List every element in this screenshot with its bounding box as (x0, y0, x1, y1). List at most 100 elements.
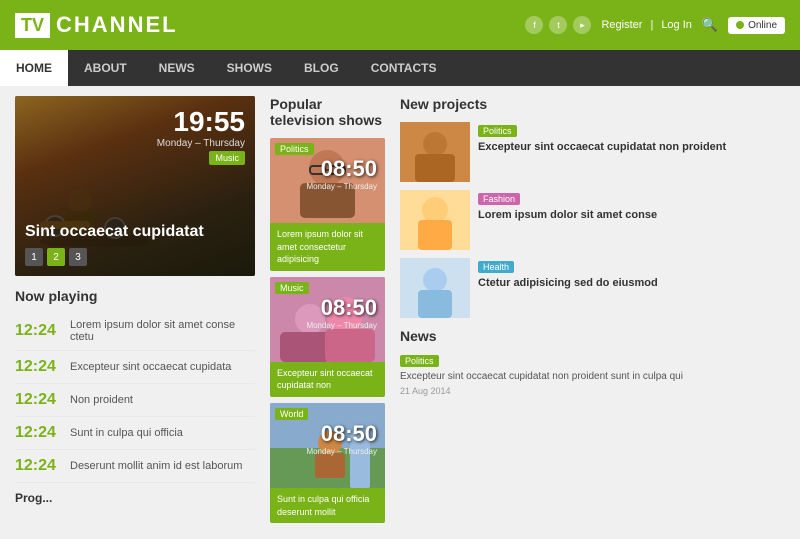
card-time-politics: 08:50 Monday – Thursday (306, 156, 377, 191)
twitter-icon[interactable]: t (549, 16, 567, 34)
left-column: 19:55 Monday – Thursday Music Sint occae… (15, 96, 255, 529)
tv-card-img-politics: Politics 08:50 Monday – Thursday (270, 138, 385, 223)
np-text: Sunt in culpa qui officia (70, 427, 183, 439)
logo-tv: TV (15, 13, 50, 38)
online-label: Online (748, 20, 777, 31)
main-content: 19:55 Monday – Thursday Music Sint occae… (0, 86, 800, 539)
facebook-icon[interactable]: f (525, 16, 543, 34)
more-label: Prog... (15, 491, 255, 505)
rss-icon[interactable]: ▸ (573, 16, 591, 34)
nav: HOME ABOUT NEWS SHOWS BLOG CONTACTS (0, 50, 800, 86)
proj-img-health (400, 258, 470, 318)
logo: TV CHANNEL (15, 12, 178, 38)
right-column: New projects Politics Excepteur sint occ… (400, 96, 785, 529)
news-date: 21 Aug 2014 (400, 386, 683, 396)
list-item: 12:24 Deserunt mollit anim id est laboru… (15, 450, 255, 483)
project-card-politics: Politics Excepteur sint occaecat cupidat… (400, 122, 785, 182)
card-time-sub: Monday – Thursday (306, 321, 377, 330)
tv-card-img-world: World 08:50 Monday – Thursday (270, 403, 385, 488)
tv-card-politics: Politics 08:50 Monday – Thursday Lorem i… (270, 138, 385, 271)
popular-tv-title: Popular television shows (270, 96, 385, 128)
np-text: Non proident (70, 394, 133, 406)
news-title: News (400, 328, 785, 344)
news-info: Politics Excepteur sint occaecat cupidat… (400, 352, 683, 396)
project-card-fashion: Fashion Lorem ipsum dolor sit amet conse (400, 190, 785, 250)
card-time-big: 08:50 (306, 421, 377, 447)
new-projects-title: New projects (400, 96, 785, 112)
card-category-world: World (275, 408, 308, 420)
news-section: News Politics Excepteur sint occaecat cu… (400, 328, 785, 396)
card-time-sub: Monday – Thursday (306, 447, 377, 456)
proj-cat-health: Health (478, 261, 514, 273)
nav-shows[interactable]: SHOWS (211, 50, 288, 86)
card-time-world: 08:50 Monday – Thursday (306, 421, 377, 456)
project-card-health: Health Ctetur adipisicing sed do eiusmod (400, 258, 785, 318)
np-text: Deserunt mollit anim id est laborum (70, 460, 242, 472)
np-time: 12:24 (15, 424, 60, 442)
proj-info-fashion: Fashion Lorem ipsum dolor sit amet conse (478, 190, 785, 250)
tv-card-desc-music: Excepteur sint occaecat cupidatat non (277, 367, 378, 392)
tv-card-desc-politics: Lorem ipsum dolor sit amet consectetur a… (277, 228, 378, 266)
np-text: Lorem ipsum dolor sit amet conse ctetu (70, 319, 255, 343)
search-icon[interactable]: 🔍 (702, 17, 718, 33)
proj-info-health: Health Ctetur adipisicing sed do eiusmod (478, 258, 785, 318)
hero-time-display: 19:55 (157, 106, 245, 138)
hero-dot-3[interactable]: 3 (69, 248, 87, 266)
proj-cat-politics: Politics (478, 125, 517, 137)
now-playing-title: Now playing (15, 288, 255, 304)
list-item: 12:24 Excepteur sint occaecat cupidata (15, 351, 255, 384)
tv-card-body-music: Excepteur sint occaecat cupidatat non (270, 362, 385, 397)
list-item: 12:24 Non proident (15, 384, 255, 417)
popular-tv-column: Popular television shows Politics 08:50 … (270, 96, 385, 529)
np-time: 12:24 (15, 391, 60, 409)
news-category: Politics (400, 355, 439, 367)
login-link[interactable]: Log In (661, 19, 692, 31)
header-links: Register | Log In (601, 19, 691, 31)
social-icons: f t ▸ (525, 16, 591, 34)
proj-title-fashion: Lorem ipsum dolor sit amet conse (478, 208, 785, 222)
card-time-music: 08:50 Monday – Thursday (306, 295, 377, 330)
proj-img-fashion (400, 190, 470, 250)
hero-title: Sint occaecat cupidatat (25, 223, 204, 241)
divider: | (650, 19, 653, 31)
list-item: 12:24 Lorem ipsum dolor sit amet conse c… (15, 312, 255, 351)
proj-img-svg-1 (400, 122, 470, 182)
proj-title-health: Ctetur adipisicing sed do eiusmod (478, 276, 785, 290)
np-time: 12:24 (15, 358, 60, 376)
nav-home[interactable]: HOME (0, 50, 68, 86)
nav-contacts[interactable]: CONTACTS (355, 50, 453, 86)
hero-banner: 19:55 Monday – Thursday Music Sint occae… (15, 96, 255, 276)
proj-title-politics: Excepteur sint occaecat cupidatat non pr… (478, 140, 785, 154)
nav-about[interactable]: ABOUT (68, 50, 143, 86)
header: TV CHANNEL f t ▸ Register | Log In 🔍 Onl… (0, 0, 800, 50)
online-dot (736, 21, 744, 29)
proj-img-svg-2 (400, 190, 470, 250)
hero-category-badge: Music (209, 151, 245, 165)
proj-info-politics: Politics Excepteur sint occaecat cupidat… (478, 122, 785, 182)
tv-card-world: World 08:50 Monday – Thursday Sunt in cu… (270, 403, 385, 523)
hero-time: 19:55 Monday – Thursday (157, 106, 245, 149)
news-item: Politics Excepteur sint occaecat cupidat… (400, 352, 785, 396)
card-time-big: 08:50 (306, 156, 377, 182)
list-item: 12:24 Sunt in culpa qui officia (15, 417, 255, 450)
tv-card-desc-world: Sunt in culpa qui officia deserunt molli… (277, 493, 378, 518)
hero-pagination: 1 2 3 (25, 248, 87, 266)
card-time-big: 08:50 (306, 295, 377, 321)
logo-channel: CHANNEL (56, 12, 178, 38)
proj-img-politics (400, 122, 470, 182)
hero-dot-2[interactable]: 2 (47, 248, 65, 266)
register-link[interactable]: Register (601, 19, 642, 31)
nav-news[interactable]: NEWS (143, 50, 211, 86)
online-badge: Online (728, 17, 785, 34)
tv-card-body-politics: Lorem ipsum dolor sit amet consectetur a… (270, 223, 385, 271)
proj-cat-fashion: Fashion (478, 193, 520, 205)
card-time-sub: Monday – Thursday (306, 182, 377, 191)
card-category-politics: Politics (275, 143, 314, 155)
np-text: Excepteur sint occaecat cupidata (70, 361, 231, 373)
now-playing-list: 12:24 Lorem ipsum dolor sit amet conse c… (15, 312, 255, 483)
hero-dot-1[interactable]: 1 (25, 248, 43, 266)
nav-blog[interactable]: BLOG (288, 50, 355, 86)
news-text: Excepteur sint occaecat cupidatat non pr… (400, 370, 683, 384)
tv-card-body-world: Sunt in culpa qui officia deserunt molli… (270, 488, 385, 523)
header-right: f t ▸ Register | Log In 🔍 Online (525, 16, 785, 34)
